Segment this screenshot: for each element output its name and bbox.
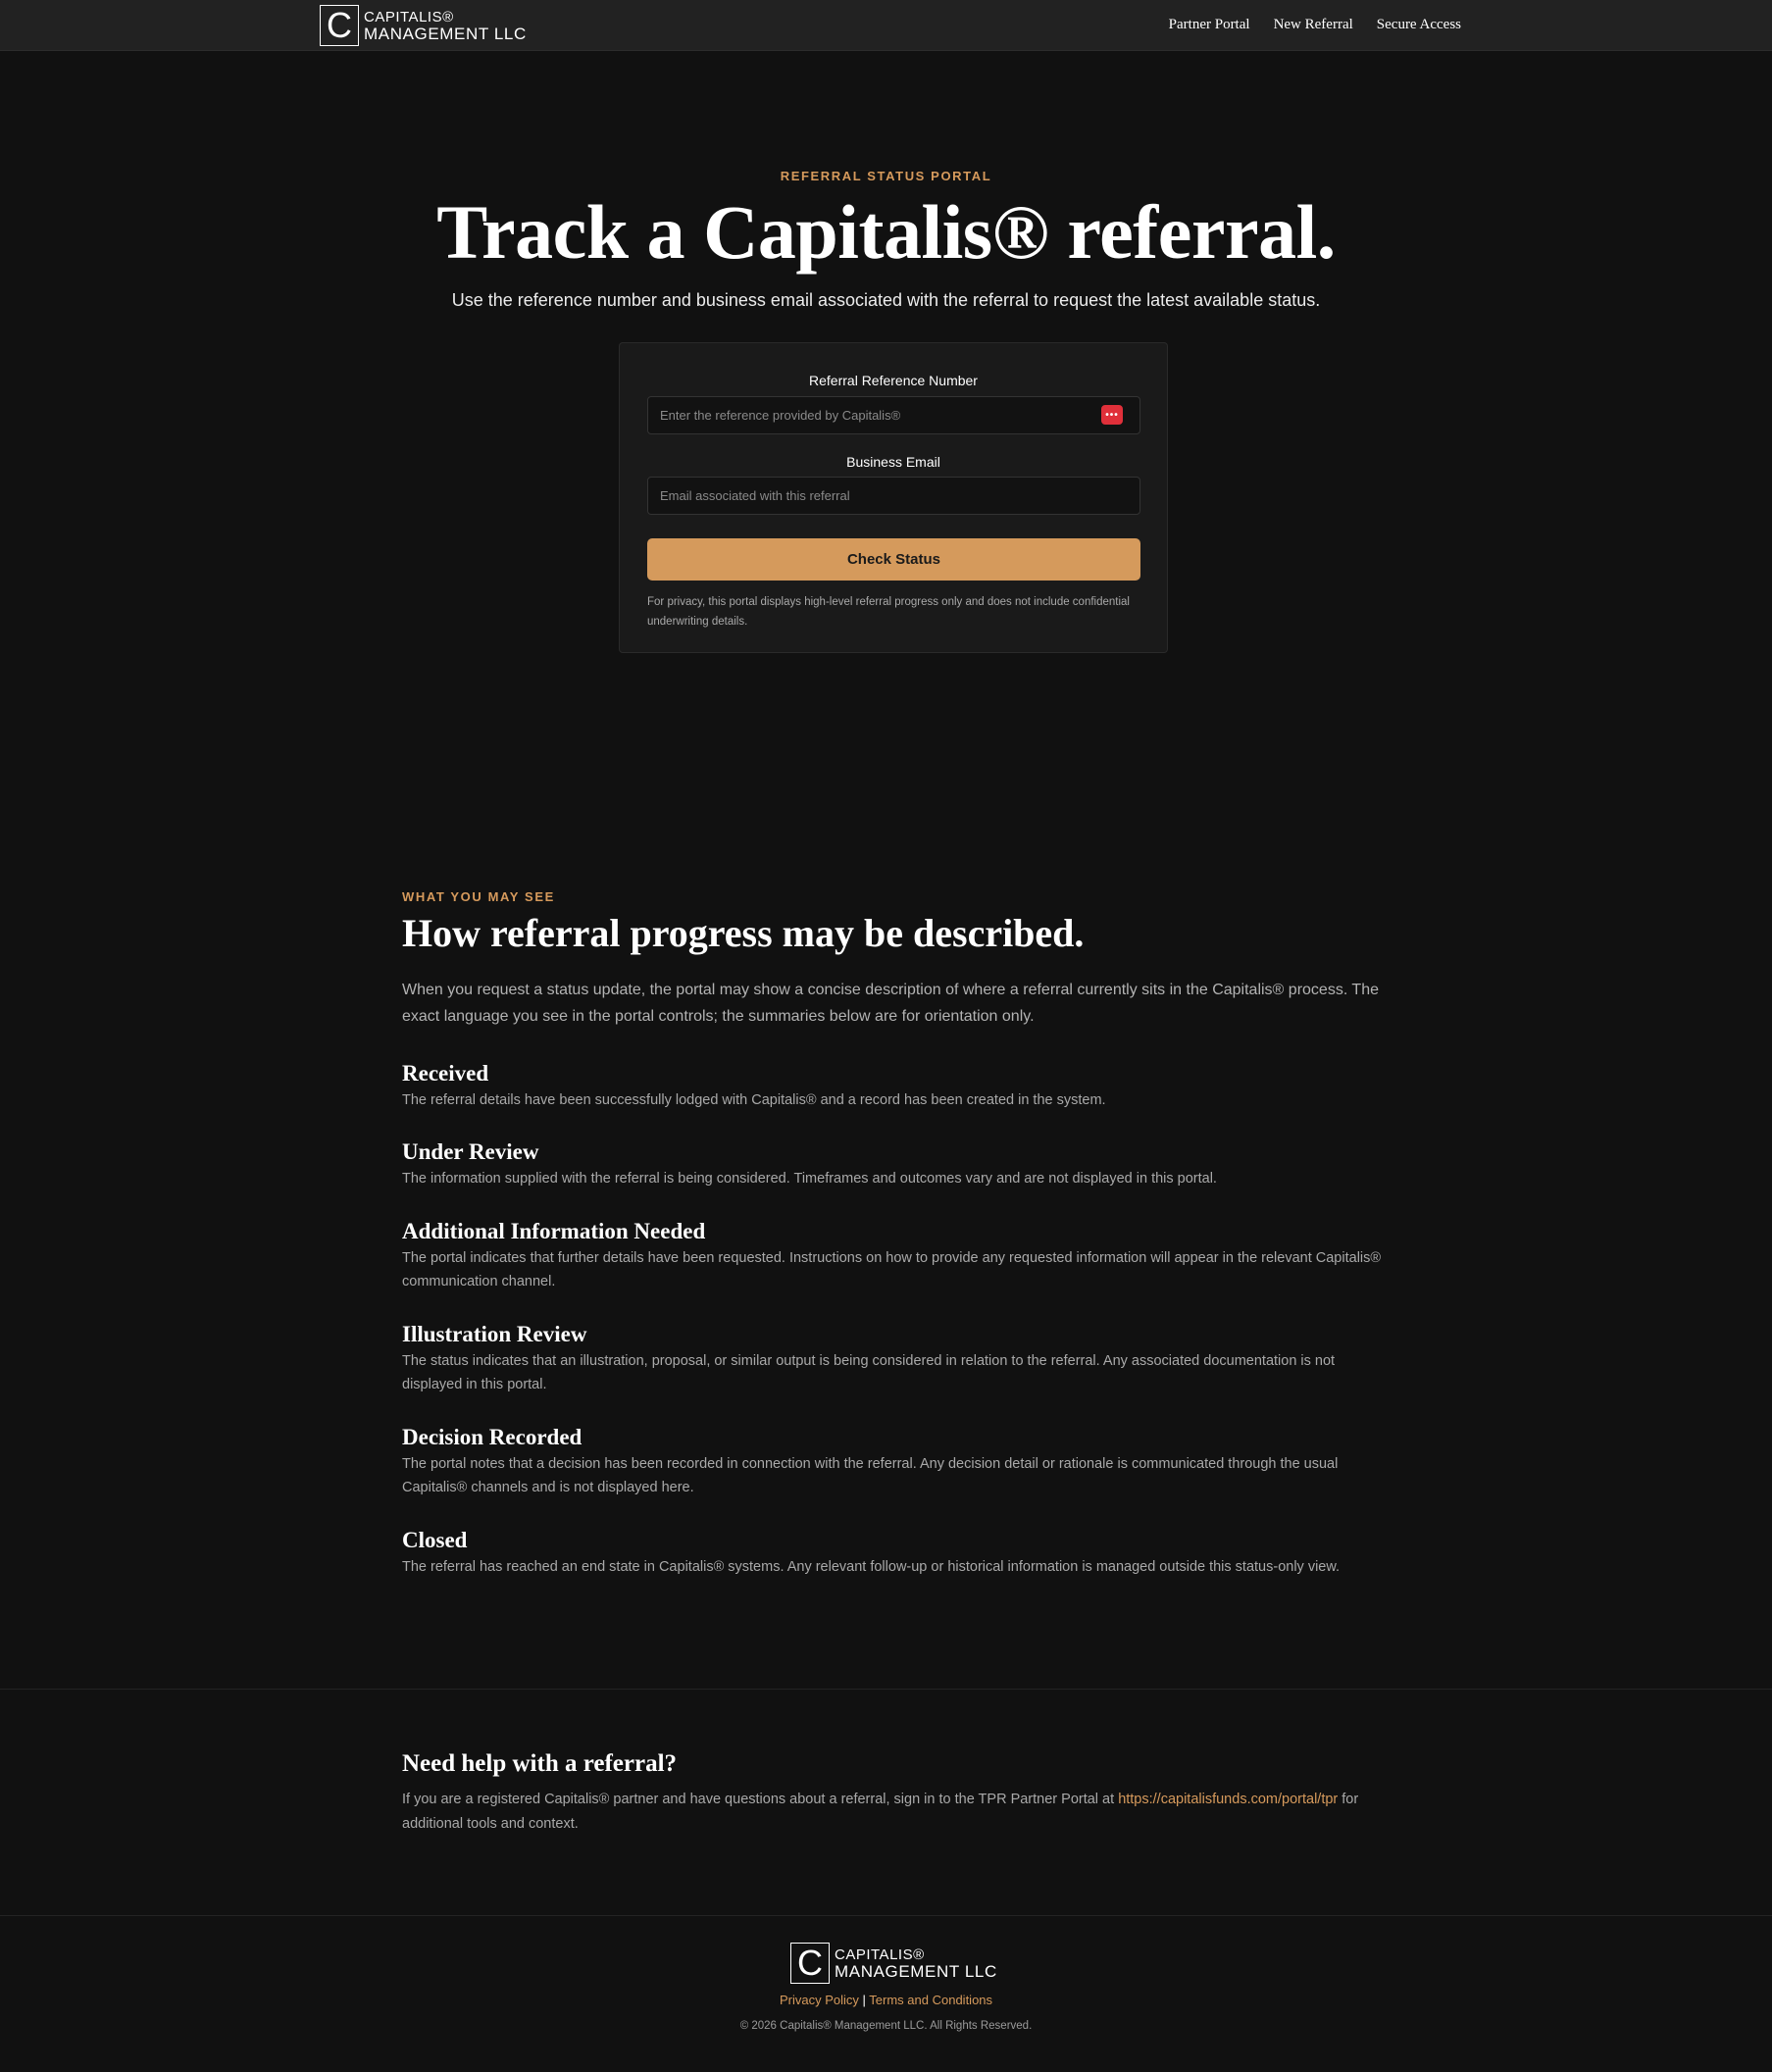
- status-description: The information supplied with the referr…: [402, 1171, 1217, 1187]
- page-title: Track a Capitalis® referral.: [436, 189, 1336, 275]
- status-description: The portal indicates that further detail…: [402, 1250, 1382, 1289]
- status-description: The status indicates that an illustratio…: [402, 1353, 1336, 1392]
- section-title: How referral progress may be described.: [402, 911, 1085, 955]
- footer-separator: |: [862, 1993, 866, 2007]
- hero-eyebrow: REFERRAL STATUS PORTAL: [780, 169, 992, 183]
- status-item-received: Received The referral details have been …: [402, 1060, 1383, 1112]
- logo-mark-icon: C: [320, 5, 359, 46]
- status-title: Additional Information Needed: [402, 1219, 706, 1243]
- status-item-under-review: Under Review The information supplied wi…: [402, 1138, 1383, 1190]
- header-logo[interactable]: C CAPITALIS® MANAGEMENT LLC: [320, 5, 527, 46]
- status-item-additional-information: Additional Information Needed The portal…: [402, 1218, 1383, 1293]
- nav-link-partner-portal[interactable]: Partner Portal: [1169, 17, 1250, 33]
- top-navigation-bar: C CAPITALIS® MANAGEMENT LLC Partner Port…: [0, 0, 1772, 51]
- section-intro: When you request a status update, the po…: [402, 982, 1379, 1025]
- business-email-label: Business Email: [846, 454, 940, 470]
- terms-link[interactable]: Terms and Conditions: [869, 1993, 992, 2007]
- check-status-button[interactable]: Check Status: [647, 538, 1140, 581]
- logo-line-2: MANAGEMENT LLC: [364, 24, 527, 43]
- footer-logo[interactable]: C CAPITALIS® MANAGEMENT LLC: [790, 1943, 997, 1984]
- main-nav: Partner Portal New Referral Secure Acces…: [1169, 17, 1461, 33]
- status-title: Closed: [402, 1528, 468, 1552]
- logo-wordmark: CAPITALIS® MANAGEMENT LLC: [364, 10, 527, 42]
- logo-line-1: CAPITALIS®: [364, 8, 454, 25]
- status-title: Decision Recorded: [402, 1425, 582, 1449]
- status-title: Received: [402, 1061, 489, 1086]
- logo-line-2: MANAGEMENT LLC: [835, 1961, 997, 1981]
- nav-link-new-referral[interactable]: New Referral: [1274, 17, 1353, 33]
- business-email-input[interactable]: [647, 477, 1140, 515]
- status-description: The referral details have been successfu…: [402, 1092, 1106, 1108]
- status-lookup-form: Referral Reference Number ••• Business E…: [619, 342, 1168, 653]
- reference-number-input[interactable]: [647, 396, 1140, 434]
- nav-link-secure-access[interactable]: Secure Access: [1377, 17, 1461, 33]
- help-title: Need help with a referral?: [402, 1750, 678, 1777]
- status-item-illustration-review: Illustration Review The status indicates…: [402, 1321, 1383, 1396]
- status-item-closed: Closed The referral has reached an end s…: [402, 1527, 1383, 1579]
- status-item-decision-recorded: Decision Recorded The portal notes that …: [402, 1424, 1383, 1499]
- help-text-before: If you are a registered Capitalis® partn…: [402, 1792, 1119, 1807]
- copyright: © 2026 Capitalis® Management LLC. All Ri…: [739, 2020, 1033, 2032]
- status-title: Illustration Review: [402, 1322, 587, 1346]
- section-eyebrow: WHAT YOU MAY SEE: [402, 889, 555, 904]
- reference-number-label: Referral Reference Number: [809, 373, 978, 388]
- partner-portal-link[interactable]: https://capitalisfunds.com/portal/tpr: [1118, 1792, 1338, 1807]
- logo-line-1: CAPITALIS®: [835, 1946, 925, 1963]
- logo-mark-icon: C: [790, 1943, 830, 1984]
- privacy-note: For privacy, this portal displays high-l…: [647, 596, 1130, 628]
- status-description: The portal notes that a decision has bee…: [402, 1456, 1339, 1495]
- privacy-policy-link[interactable]: Privacy Policy: [780, 1993, 859, 2007]
- help-text: If you are a registered Capitalis® partn…: [402, 1788, 1383, 1837]
- hero-subtitle: Use the reference number and business em…: [451, 290, 1321, 310]
- status-title: Under Review: [402, 1139, 539, 1164]
- section-divider: [0, 1689, 1772, 1690]
- password-manager-icon[interactable]: •••: [1101, 405, 1123, 425]
- footer-divider: [0, 1915, 1772, 1916]
- footer-links: Privacy Policy | Terms and Conditions: [0, 1993, 1772, 2007]
- logo-wordmark: CAPITALIS® MANAGEMENT LLC: [835, 1947, 997, 1980]
- status-description: The referral has reached an end state in…: [402, 1559, 1341, 1575]
